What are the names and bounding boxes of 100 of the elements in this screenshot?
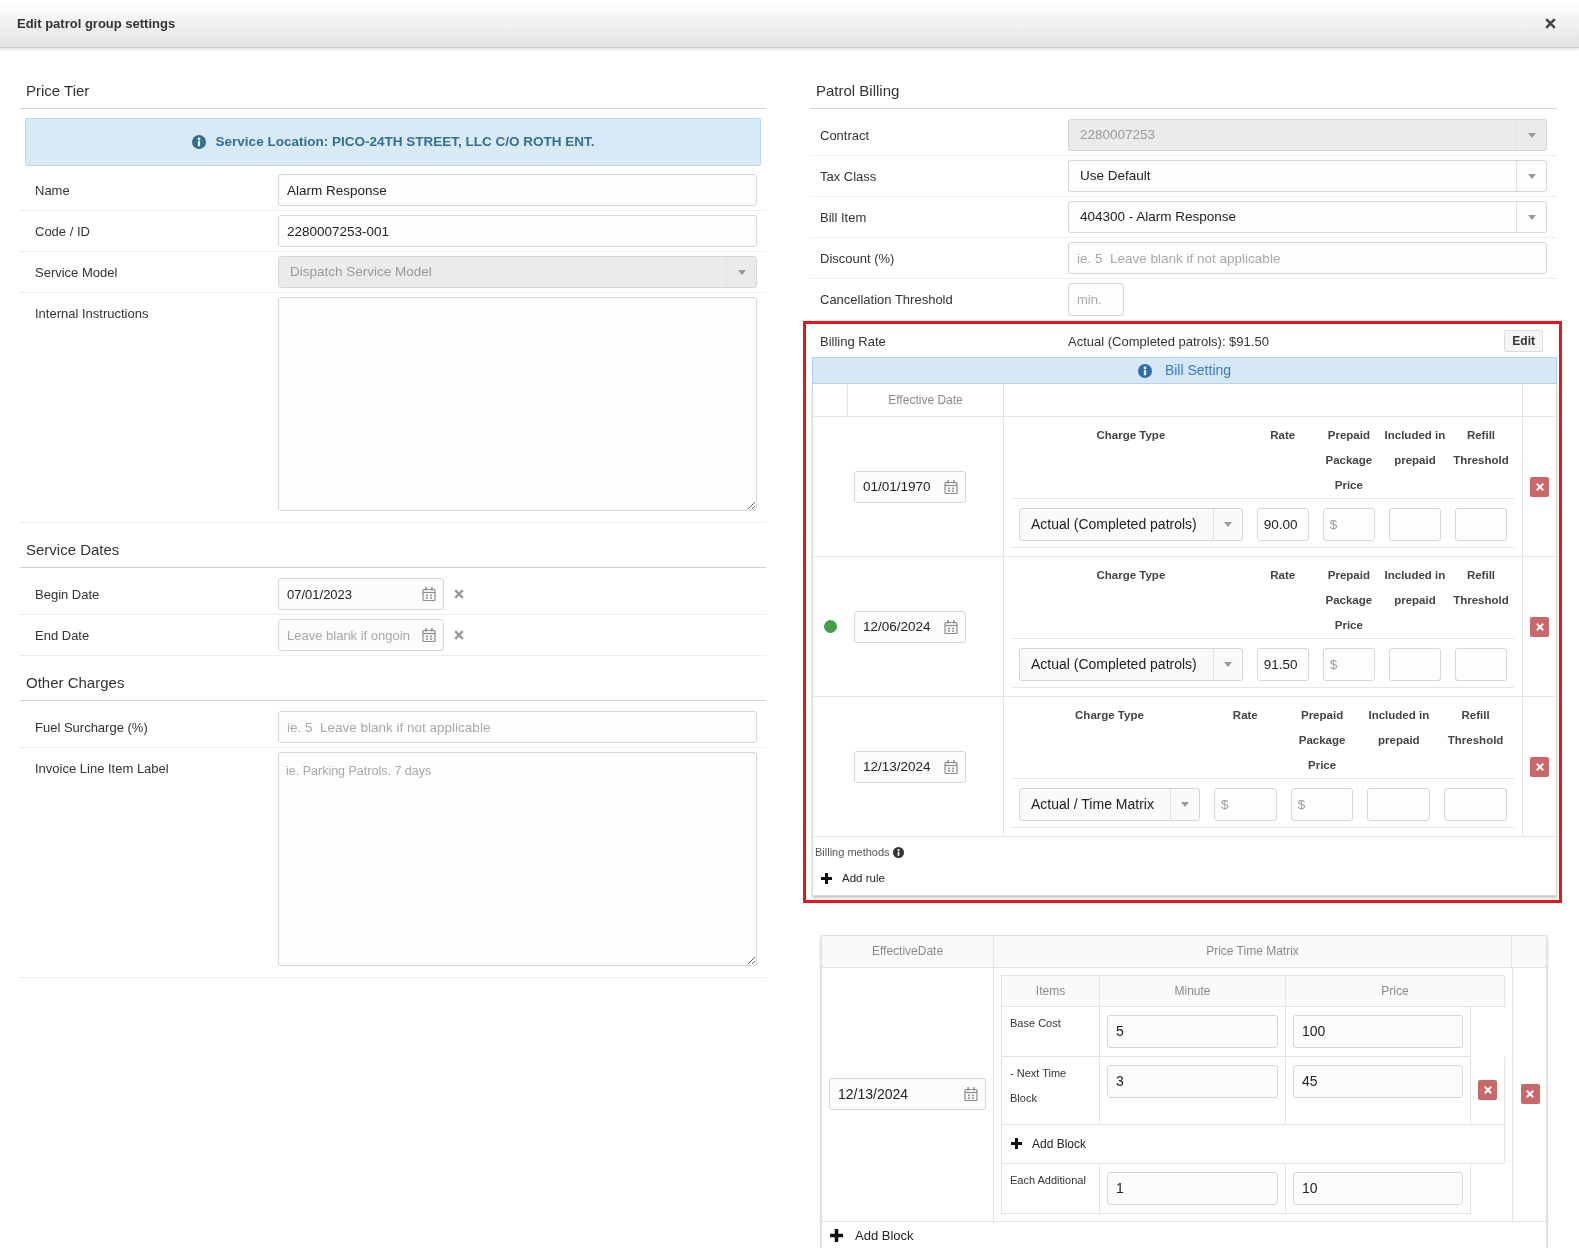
calendar-icon bbox=[944, 759, 958, 774]
text-input[interactable]: 100 bbox=[1293, 1014, 1463, 1048]
section-heading: Patrol Billing bbox=[816, 80, 900, 101]
column-header: Charge Type bbox=[1096, 428, 1166, 443]
column-header: Charge Type bbox=[1075, 708, 1144, 723]
clear-icon bbox=[454, 589, 464, 599]
close-button[interactable] bbox=[1545, 18, 1556, 29]
dropdown[interactable]: Use Default bbox=[1068, 160, 1547, 192]
column-header: Minute bbox=[1174, 982, 1211, 1000]
date-field[interactable]: 12/06/2024 bbox=[854, 610, 966, 643]
info-icon bbox=[1137, 363, 1152, 378]
delete-button[interactable] bbox=[1478, 1080, 1497, 1101]
text-input[interactable] bbox=[1454, 648, 1507, 681]
column-header: Price Time Matrix bbox=[1206, 943, 1299, 961]
field-label: Service Model bbox=[35, 265, 118, 280]
close-icon bbox=[1483, 1086, 1492, 1095]
info-icon bbox=[191, 135, 206, 149]
dropdown[interactable]: Actual / Time Matrix bbox=[1019, 788, 1200, 821]
caret-icon bbox=[1527, 214, 1536, 220]
text-input[interactable]: $ bbox=[1290, 788, 1354, 821]
add-rule-button[interactable]: Add rule bbox=[821, 869, 885, 887]
text-input[interactable] bbox=[1367, 788, 1431, 821]
column-header: Refill Threshold bbox=[1446, 708, 1505, 748]
column-header: Included in prepaid bbox=[1383, 568, 1446, 608]
text-input[interactable]: 3 bbox=[1107, 1064, 1278, 1098]
calendar-icon bbox=[944, 479, 958, 494]
close-icon bbox=[1535, 482, 1544, 491]
column-header: Rate bbox=[1232, 708, 1258, 723]
text-input[interactable]: 90.00 bbox=[1256, 508, 1309, 541]
dropdown[interactable]: 404300 - Alarm Response bbox=[1068, 201, 1547, 233]
dropdown[interactable]: Actual (Completed patrols) bbox=[1019, 648, 1243, 681]
column-header: Price bbox=[1381, 982, 1409, 1000]
calendar-icon bbox=[964, 1087, 978, 1102]
text-input[interactable]: 10 bbox=[1293, 1171, 1463, 1205]
row-label: Each Additional bbox=[1010, 1173, 1086, 1186]
text-input[interactable]: 91.50 bbox=[1256, 648, 1309, 681]
section-heading: Other Charges bbox=[26, 672, 125, 693]
field-label: Cancellation Threshold bbox=[820, 292, 953, 307]
add-block-button[interactable]: Add Block bbox=[1011, 1134, 1087, 1153]
info-icon bbox=[892, 846, 904, 858]
field-label: End Date bbox=[35, 628, 90, 643]
text-area[interactable]: ie. Parking Patrols. 7 days bbox=[278, 752, 757, 966]
caret-icon bbox=[737, 269, 746, 275]
row-label: Base Cost bbox=[1010, 1016, 1061, 1029]
calendar-icon bbox=[422, 587, 436, 601]
date-field[interactable]: 12/13/2024 bbox=[854, 750, 966, 783]
text-input[interactable]: 45 bbox=[1293, 1064, 1463, 1098]
column-header: Included in prepaid bbox=[1367, 708, 1431, 748]
banner-text: Bill Setting bbox=[1164, 361, 1232, 380]
clear-icon bbox=[454, 630, 464, 640]
banner-text: Service Location: PICO-24TH STREET, LLC C/O ROTH ENT. bbox=[215, 132, 595, 151]
delete-button[interactable] bbox=[1530, 616, 1549, 637]
field-label: Tax Class bbox=[820, 169, 877, 184]
text-input[interactable]: 5 bbox=[1107, 1014, 1278, 1048]
caret-icon bbox=[1527, 173, 1536, 179]
text-input[interactable]: $ bbox=[1322, 508, 1375, 541]
text-input[interactable] bbox=[1388, 508, 1441, 541]
column-header: Effective Date bbox=[888, 392, 963, 409]
text-input[interactable] bbox=[1454, 508, 1507, 541]
calendar-icon bbox=[944, 619, 958, 634]
column-header: Charge Type bbox=[1096, 568, 1166, 583]
text-input[interactable]: min. bbox=[1068, 283, 1124, 316]
text-input[interactable]: Alarm Response bbox=[278, 174, 757, 206]
field-label: Invoice Line Item Label bbox=[35, 761, 169, 776]
delete-button[interactable] bbox=[1530, 756, 1549, 777]
close-icon bbox=[1535, 762, 1544, 771]
add-block-button[interactable]: Add Block bbox=[830, 1226, 914, 1246]
caret-icon bbox=[1223, 662, 1232, 667]
dropdown[interactable]: Actual (Completed patrols) bbox=[1019, 508, 1243, 541]
caret-icon bbox=[1527, 132, 1536, 138]
text-input[interactable]: 2280007253-001 bbox=[278, 215, 757, 247]
column-header: Refill Threshold bbox=[1452, 568, 1510, 608]
field-label: Name bbox=[35, 183, 70, 198]
field-label: Discount (%) bbox=[820, 251, 895, 266]
column-header: Refill Threshold bbox=[1452, 428, 1510, 468]
delete-button[interactable] bbox=[1520, 1084, 1540, 1105]
field-label: Bill Item bbox=[820, 210, 867, 225]
rate-summary: Actual (Completed patrols): $91.50 bbox=[1068, 333, 1269, 349]
date-field[interactable]: 01/01/1970 bbox=[854, 470, 966, 503]
text-input[interactable]: $ bbox=[1322, 648, 1375, 681]
field-label: Code / ID bbox=[35, 224, 90, 239]
dialog-title: Edit patrol group settings bbox=[17, 14, 176, 33]
column-header: Prepaid Package Price bbox=[1324, 428, 1374, 493]
footer-label: Billing methods bbox=[815, 845, 890, 860]
field-label: Contract bbox=[820, 128, 870, 143]
text-input[interactable]: ie. 5 Leave blank if not applicable bbox=[278, 711, 757, 743]
text-input[interactable] bbox=[1444, 788, 1507, 821]
text-input[interactable] bbox=[1388, 648, 1441, 681]
column-header: EffectiveDate bbox=[871, 943, 944, 961]
text-input[interactable]: 1 bbox=[1107, 1171, 1278, 1205]
date-field[interactable]: 12/13/2024 bbox=[829, 1078, 986, 1111]
close-icon bbox=[1526, 1090, 1534, 1099]
date-field[interactable]: Leave blank if ongoin bbox=[278, 619, 444, 651]
edit-button[interactable]: Edit bbox=[1504, 329, 1543, 352]
text-area[interactable] bbox=[278, 297, 757, 511]
caret-icon bbox=[1180, 802, 1189, 807]
delete-button[interactable] bbox=[1530, 476, 1549, 497]
text-input[interactable]: ie. 5 Leave blank if not applicable bbox=[1068, 242, 1547, 274]
text-input[interactable]: $ bbox=[1213, 788, 1277, 821]
date-field[interactable]: 07/01/2023 bbox=[278, 578, 444, 610]
